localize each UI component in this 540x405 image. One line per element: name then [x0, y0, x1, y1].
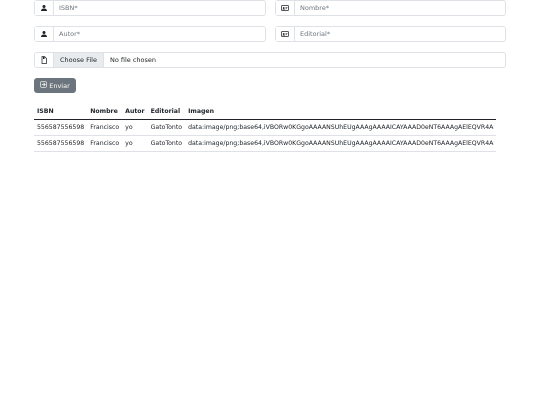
cell-imagen: data:image/png;base64,iVBORw0KGgoAAAANSU…	[185, 135, 497, 152]
isbn-field-group	[34, 0, 266, 16]
cell-editorial: GatoTonto	[147, 135, 186, 152]
nombre-field-group	[275, 0, 506, 16]
nombre-input[interactable]	[295, 1, 505, 15]
cell-editorial: GatoTonto	[147, 119, 186, 136]
editorial-input[interactable]	[295, 27, 505, 41]
file-field-group: Choose File No file chosen	[34, 52, 506, 68]
cell-isbn: 556587556598	[34, 135, 88, 152]
books-table: ISBN Nombre Autor Editorial Imagen 55658…	[34, 105, 497, 152]
file-status-text: No file chosen	[109, 56, 156, 64]
header-editorial: Editorial	[147, 105, 186, 120]
send-button-label: Enviar	[49, 81, 70, 90]
send-button[interactable]: Enviar	[34, 78, 76, 93]
header-nombre: Nombre	[87, 105, 123, 120]
send-icon	[40, 81, 47, 90]
table-row: 556587556598 Francisco yo GatoTonto data…	[34, 135, 497, 152]
id-card-icon	[276, 1, 295, 15]
header-isbn: ISBN	[34, 105, 88, 120]
isbn-input[interactable]	[54, 1, 265, 15]
cell-nombre: Francisco	[87, 135, 123, 152]
table-header-row: ISBN Nombre Autor Editorial Imagen	[34, 105, 497, 120]
autor-input[interactable]	[54, 27, 265, 41]
cell-autor: yo	[122, 119, 148, 136]
header-autor: Autor	[122, 105, 148, 120]
cell-isbn: 556587556598	[34, 119, 88, 136]
file-icon	[35, 53, 54, 67]
cell-imagen: data:image/png;base64,iVBORw0KGgoAAAANSU…	[185, 119, 497, 136]
id-card-icon	[276, 27, 295, 41]
user-icon	[35, 1, 54, 15]
table-row: 556587556598 Francisco yo GatoTonto data…	[34, 119, 497, 136]
choose-file-button[interactable]: Choose File	[54, 53, 104, 67]
editorial-field-group	[275, 26, 506, 42]
cell-autor: yo	[122, 135, 148, 152]
autor-field-group	[34, 26, 266, 42]
cell-nombre: Francisco	[87, 119, 123, 136]
user-icon	[35, 27, 54, 41]
header-imagen: Imagen	[185, 105, 497, 120]
